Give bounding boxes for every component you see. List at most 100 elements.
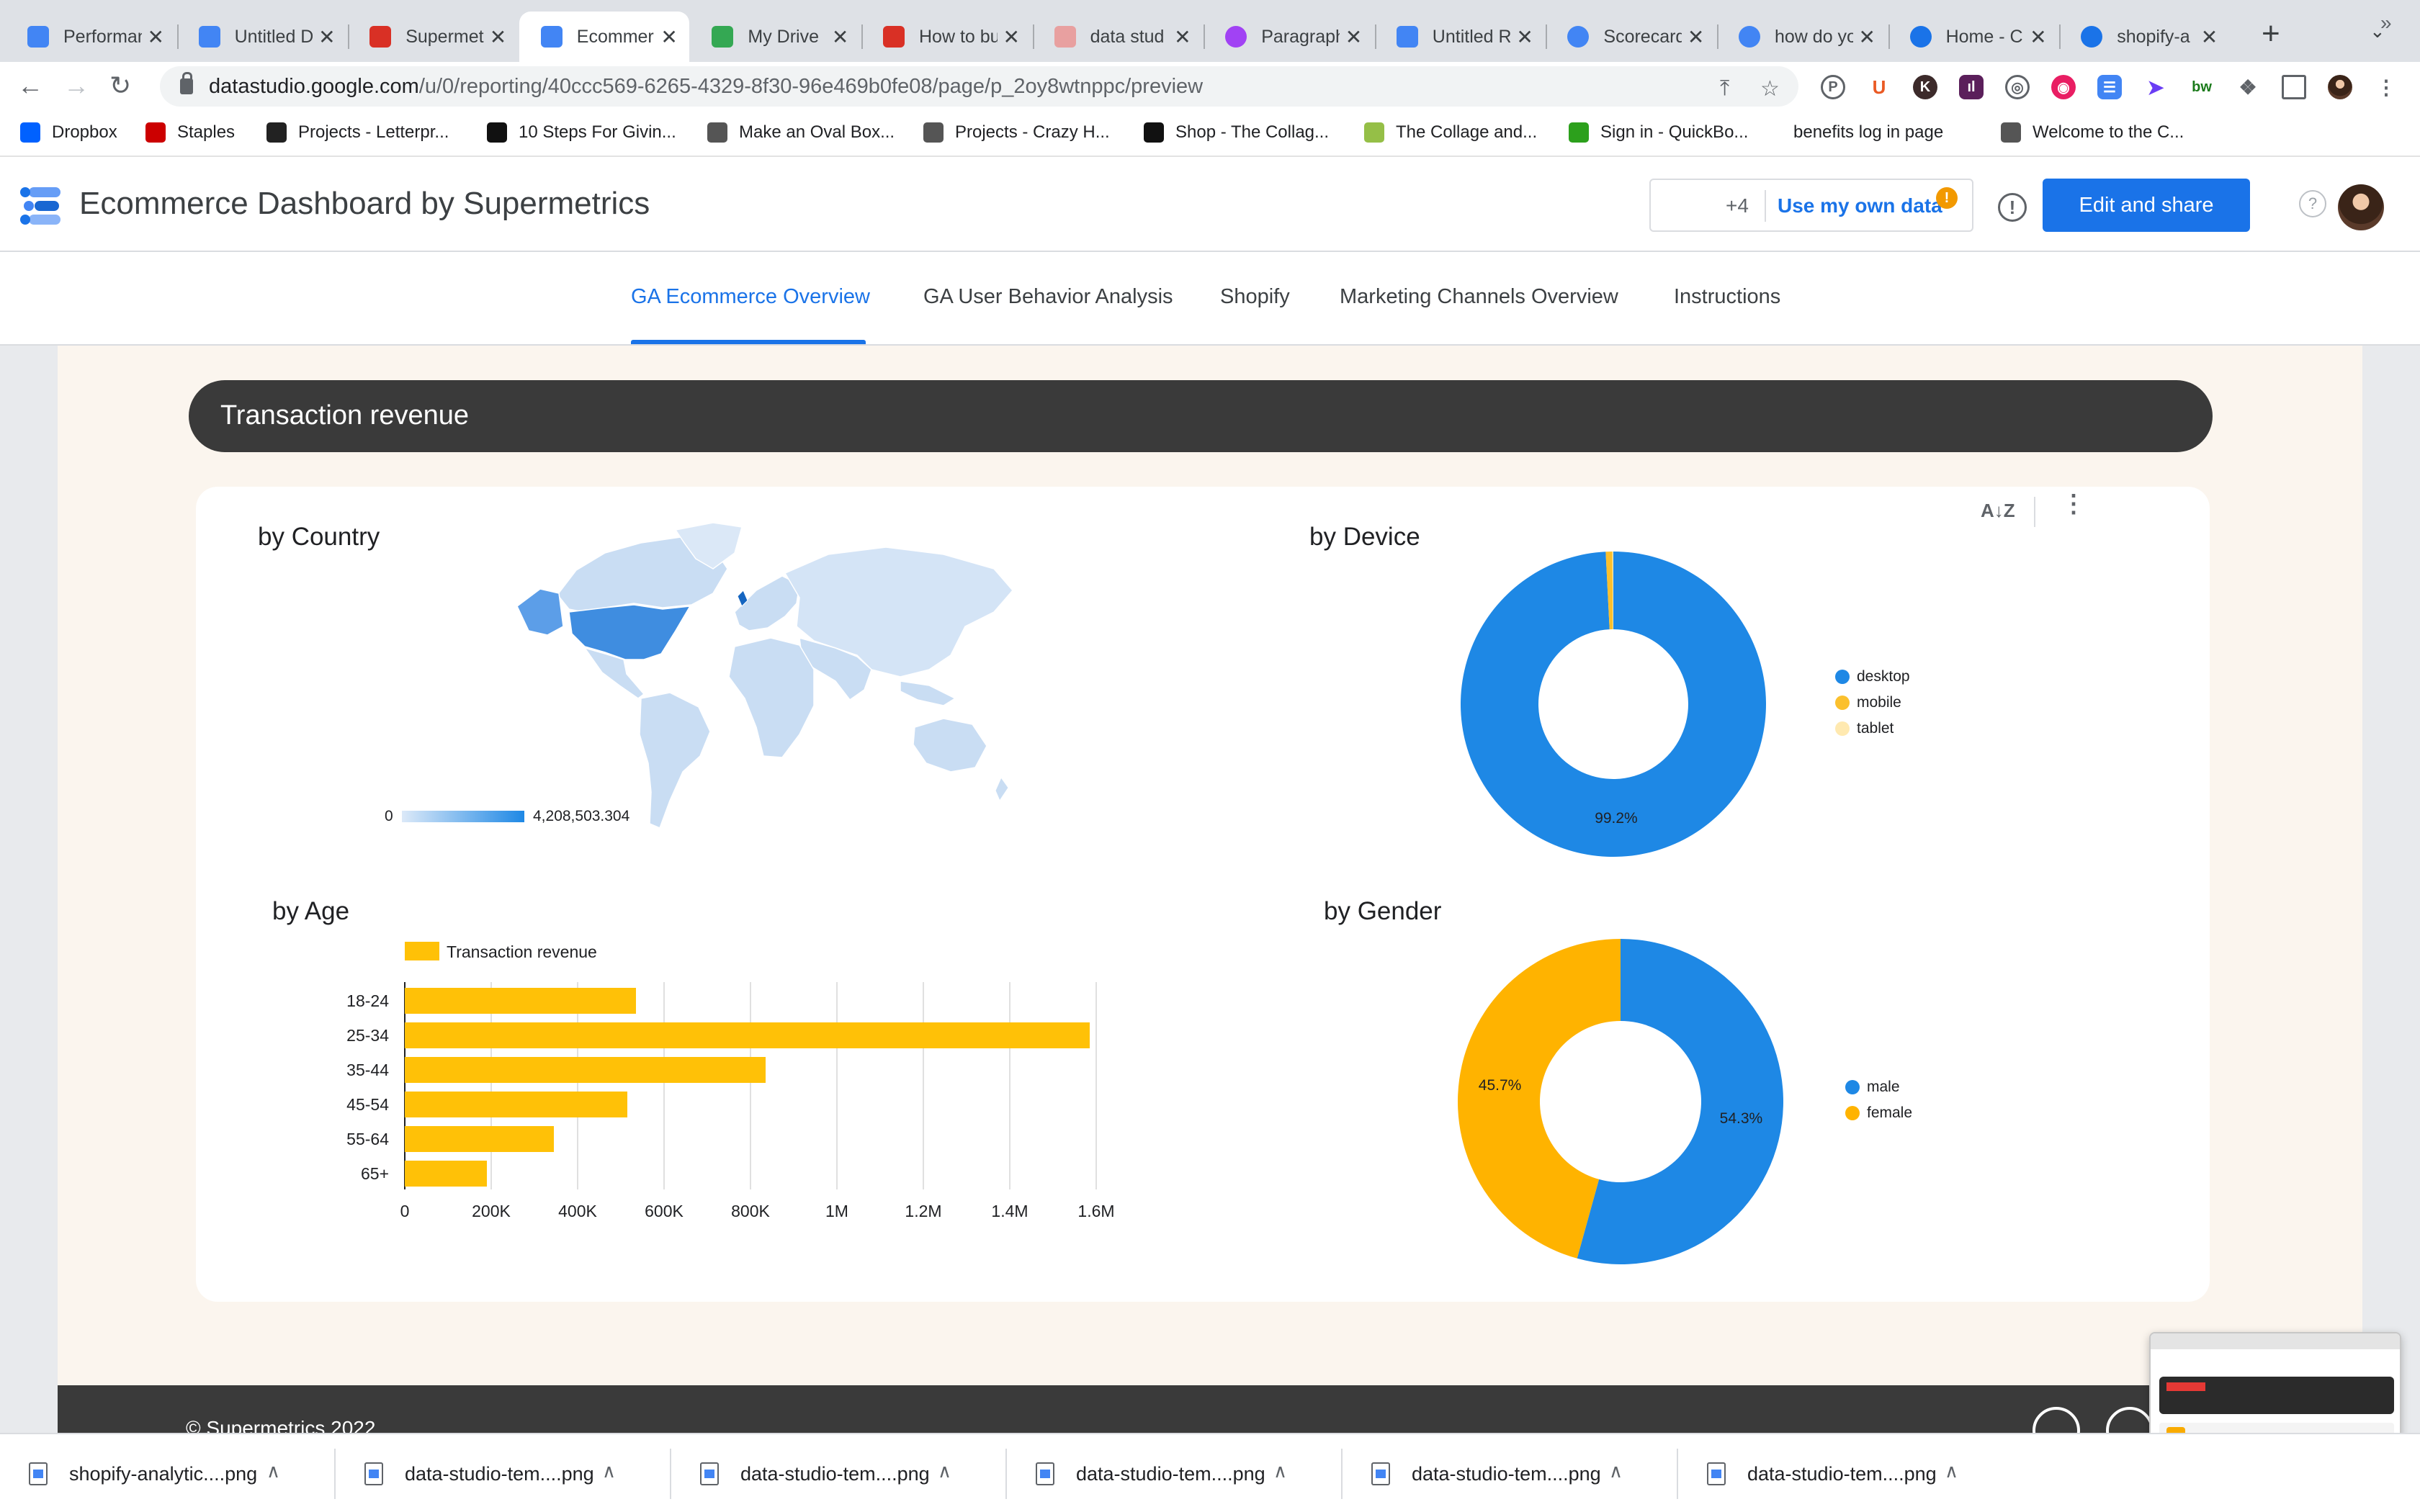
sort-az-icon[interactable]: A↓Z	[1981, 500, 2015, 522]
download-item[interactable]: data-studio-tem....png ∧	[336, 1434, 671, 1512]
bookmark-item[interactable]: 10 Steps For Givin...	[487, 122, 676, 143]
tab-marketing-channels-overview[interactable]: Marketing Channels Overview	[1340, 285, 1618, 309]
chevron-up-icon[interactable]: ∧	[602, 1460, 616, 1482]
profile-avatar[interactable]	[2328, 75, 2352, 99]
bookmark-item[interactable]: Projects - Crazy H...	[923, 122, 1110, 143]
close-tab-icon[interactable]: ✕	[2201, 25, 2218, 49]
tab-ga-ecommerce-overview[interactable]: GA Ecommerce Overview	[631, 285, 870, 309]
browser-tab[interactable]: how do yo ✕	[1717, 12, 1887, 62]
chevron-up-icon[interactable]: ∧	[938, 1460, 951, 1482]
honey-extension-icon[interactable]: U	[1867, 75, 1891, 99]
download-item[interactable]: data-studio-tem....png ∧	[671, 1434, 1007, 1512]
share-icon[interactable]: ⤒	[1720, 76, 1729, 101]
browser-tab[interactable]: Untitled R ✕	[1374, 12, 1545, 62]
arrow-extension-icon[interactable]: ➤	[2143, 75, 2168, 99]
gender-donut-chart[interactable]: 54.3% 45.7%	[1448, 929, 1793, 1274]
close-tab-icon[interactable]: ✕	[660, 25, 677, 49]
legend-item[interactable]: desktop	[1835, 664, 1910, 690]
forward-arrow-icon[interactable]: →	[63, 71, 89, 101]
browser-menu-icon[interactable]: ⋮	[2374, 75, 2398, 99]
bookmark-item[interactable]: Staples	[145, 122, 235, 143]
sidebar-toggle-icon[interactable]	[2282, 75, 2306, 99]
more-options-icon[interactable]: ⋮	[2061, 492, 2086, 516]
close-tab-icon[interactable]: ✕	[1688, 25, 1704, 49]
pinterest-extension-icon[interactable]: P	[1821, 75, 1845, 99]
legend-item[interactable]: male	[1845, 1074, 1912, 1100]
globe-extension-icon[interactable]: ◎	[2005, 75, 2030, 99]
map-region-south-america[interactable]	[639, 692, 711, 829]
browser-tab[interactable]: Ecommer ✕	[519, 12, 689, 62]
bookmark-item[interactable]: Sign in - QuickBo...	[1569, 122, 1748, 143]
bookmarks-overflow-icon[interactable]: »	[2380, 12, 2392, 35]
bookmark-star-icon[interactable]: ☆	[1760, 76, 1780, 102]
chevron-up-icon[interactable]: ∧	[1609, 1460, 1623, 1482]
color-extension-icon[interactable]: ◉	[2051, 75, 2076, 99]
report-info-icon[interactable]: !	[1998, 193, 2027, 222]
bookmark-item[interactable]: Shop - The Collag...	[1144, 122, 1329, 143]
legend-label: Transaction revenue	[447, 942, 597, 961]
close-tab-icon[interactable]: ✕	[1859, 25, 1876, 49]
map-region-africa[interactable]	[728, 637, 815, 758]
browser-tab[interactable]: How to bu ✕	[861, 12, 1031, 62]
chevron-up-icon[interactable]: ∧	[1945, 1460, 1958, 1482]
close-tab-icon[interactable]: ✕	[1174, 25, 1191, 49]
bw-extension-icon[interactable]: bw	[2190, 75, 2214, 99]
download-item[interactable]: data-studio-tem....png ∧	[1343, 1434, 1678, 1512]
puzzle-extensions-icon[interactable]: ❖	[2236, 75, 2260, 99]
country-geo-map[interactable]	[497, 518, 1016, 842]
close-tab-icon[interactable]: ✕	[1516, 25, 1533, 49]
close-tab-icon[interactable]: ✕	[318, 25, 335, 49]
use-my-own-data-button[interactable]: Use my own data	[1778, 194, 1942, 217]
map-region-australia[interactable]	[913, 718, 987, 773]
download-item[interactable]: shopify-analytic....png ∧	[0, 1434, 336, 1512]
close-tab-icon[interactable]: ✕	[490, 25, 506, 49]
legend-item[interactable]: tablet	[1835, 716, 1910, 742]
browser-tab[interactable]: shopify-a ✕	[2059, 12, 2229, 62]
browser-tab[interactable]: data stud ✕	[1032, 12, 1203, 62]
close-tab-icon[interactable]: ✕	[2030, 25, 2046, 49]
age-bar-chart[interactable]: Transaction revenue 0 200K 400K 600K 800K 1M 1.…	[288, 929, 1152, 1231]
chevron-up-icon[interactable]: ∧	[1273, 1460, 1287, 1482]
new-tab-button[interactable]: +	[2262, 16, 2280, 52]
device-donut-chart[interactable]: 99.2%	[1455, 547, 1772, 864]
bookmark-item[interactable]: benefits log in page	[1793, 122, 1943, 143]
chevron-up-icon[interactable]: ∧	[266, 1460, 280, 1482]
tab-ga-user-behavior-analysis[interactable]: GA User Behavior Analysis	[923, 285, 1173, 309]
close-tab-icon[interactable]: ✕	[1345, 25, 1362, 49]
browser-tab[interactable]: Home - C ✕	[1888, 12, 2058, 62]
download-item[interactable]: data-studio-tem....png ∧	[1678, 1434, 2014, 1512]
use-own-data-box[interactable]: +4 Use my own data !	[1649, 179, 1973, 232]
legend-item[interactable]: mobile	[1835, 690, 1910, 716]
bookmark-item[interactable]: Dropbox	[20, 122, 117, 143]
bookmark-item[interactable]: Projects - Letterpr...	[266, 122, 449, 143]
map-region-new-zealand[interactable]	[995, 776, 1009, 802]
browser-tab[interactable]: Paragraph ✕	[1204, 12, 1373, 62]
close-tab-icon[interactable]: ✕	[148, 25, 164, 49]
legend-item[interactable]: female	[1845, 1100, 1912, 1126]
tab-shopify[interactable]: Shopify	[1220, 285, 1290, 309]
bookmark-item[interactable]: The Collage and...	[1364, 122, 1537, 143]
tab-instructions[interactable]: Instructions	[1674, 285, 1780, 309]
analytics-extension-icon[interactable]: ıl	[1959, 75, 1984, 99]
close-tab-icon[interactable]: ✕	[832, 25, 848, 49]
map-region-alaska[interactable]	[516, 588, 564, 636]
back-arrow-icon[interactable]: ←	[17, 71, 43, 101]
browser-tab[interactable]: Supermet ✕	[348, 12, 518, 62]
bookmark-item[interactable]: Welcome to the C...	[2001, 122, 2184, 143]
browser-tab[interactable]: Scorecard ✕	[1546, 12, 1716, 62]
reload-icon[interactable]: ↻	[109, 71, 131, 101]
k-extension-icon[interactable]: K	[1913, 75, 1937, 99]
download-item[interactable]: data-studio-tem....png ∧	[1007, 1434, 1343, 1512]
address-bar[interactable]: datastudio.google.com/u/0/reporting/40cc…	[160, 66, 1798, 107]
help-icon[interactable]: ?	[2299, 190, 2326, 217]
close-tab-icon[interactable]: ✕	[1003, 25, 1020, 49]
map-region-southeast-asia[interactable]	[900, 680, 956, 706]
user-avatar[interactable]	[2338, 184, 2384, 230]
edit-and-share-button[interactable]: Edit and share	[2043, 179, 2250, 232]
section-title: Transaction revenue	[220, 400, 470, 431]
list-extension-icon[interactable]: ☰	[2097, 75, 2122, 99]
browser-tab[interactable]: Performan ✕	[6, 12, 176, 62]
browser-tab[interactable]: Untitled D ✕	[176, 12, 347, 62]
browser-tab[interactable]: My Drive ✕	[690, 12, 860, 62]
bookmark-item[interactable]: Make an Oval Box...	[707, 122, 895, 143]
